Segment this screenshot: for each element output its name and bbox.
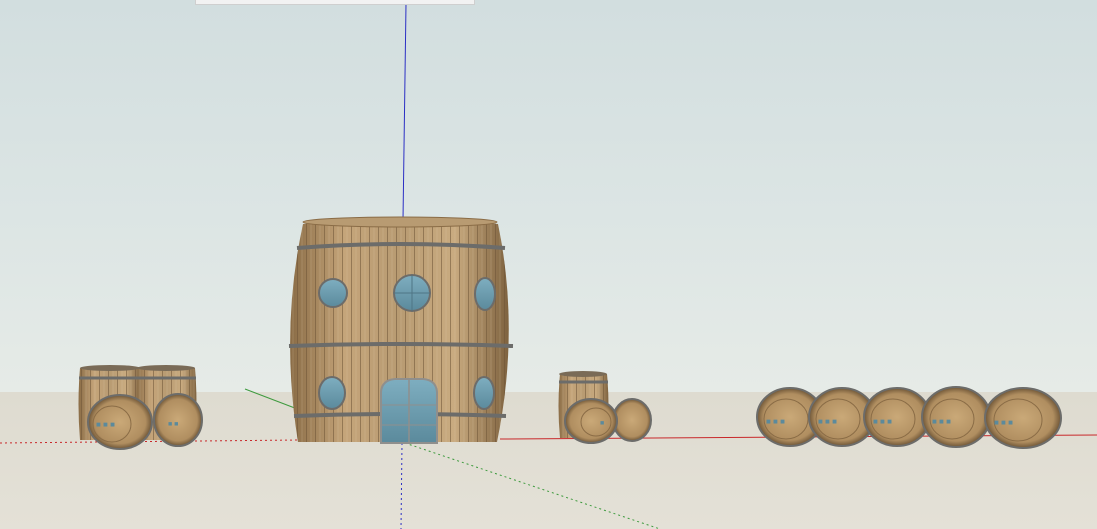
- iron-band: [288, 342, 514, 348]
- barrel-house-top: [302, 216, 498, 228]
- lying-barrel: ■ ■ ■: [863, 387, 931, 447]
- barrel-house[interactable]: [288, 216, 514, 444]
- green-axis-dashed: [404, 442, 661, 529]
- svg-text:■ ■ ■: ■ ■ ■: [994, 418, 1013, 427]
- round-window: [474, 277, 496, 311]
- round-window: [473, 376, 495, 410]
- barrel-row-right[interactable]: ■ ■ ■ ■ ■ ■ ■ ■ ■ ■ ■ ■ ■ ■ ■: [756, 386, 1062, 449]
- svg-text:■ ■ ■: ■ ■ ■: [96, 420, 115, 429]
- lying-barrel: ■ ■ ■: [921, 386, 991, 448]
- green-axis: [244, 388, 301, 411]
- svg-text:■ ■ ■: ■ ■ ■: [818, 417, 837, 426]
- barrel-group-left[interactable]: ■ ■ ■ ■ ■: [78, 365, 203, 450]
- toolbar-edge: [195, 0, 475, 5]
- lying-barrel: ■ ■ ■: [984, 387, 1062, 449]
- model-viewport[interactable]: ■ ■ ■ ■ ■ ■ ■ ■ ■ ■ ■ ■ ■ ■ ■ ■ ■ ■ ■ ■ …: [0, 0, 1097, 529]
- svg-text:■ ■: ■ ■: [168, 421, 178, 428]
- round-window: [318, 278, 348, 308]
- svg-text:■ ■ ■: ■ ■ ■: [766, 417, 785, 426]
- blue-axis: [402, 3, 407, 221]
- scene-canvas[interactable]: ■ ■ ■ ■ ■ ■ ■ ■ ■ ■ ■ ■ ■ ■ ■ ■ ■ ■ ■ ■ …: [0, 0, 1097, 529]
- svg-text:■: ■: [600, 420, 604, 427]
- red-axis: [0, 439, 301, 444]
- axes: [0, 3, 1097, 529]
- blue-axis-dashed: [400, 442, 403, 529]
- barrel-group-middle[interactable]: ■: [558, 371, 652, 444]
- round-window: [318, 376, 346, 410]
- svg-text:■ ■ ■: ■ ■ ■: [873, 417, 892, 426]
- svg-text:■ ■ ■: ■ ■ ■: [932, 417, 951, 426]
